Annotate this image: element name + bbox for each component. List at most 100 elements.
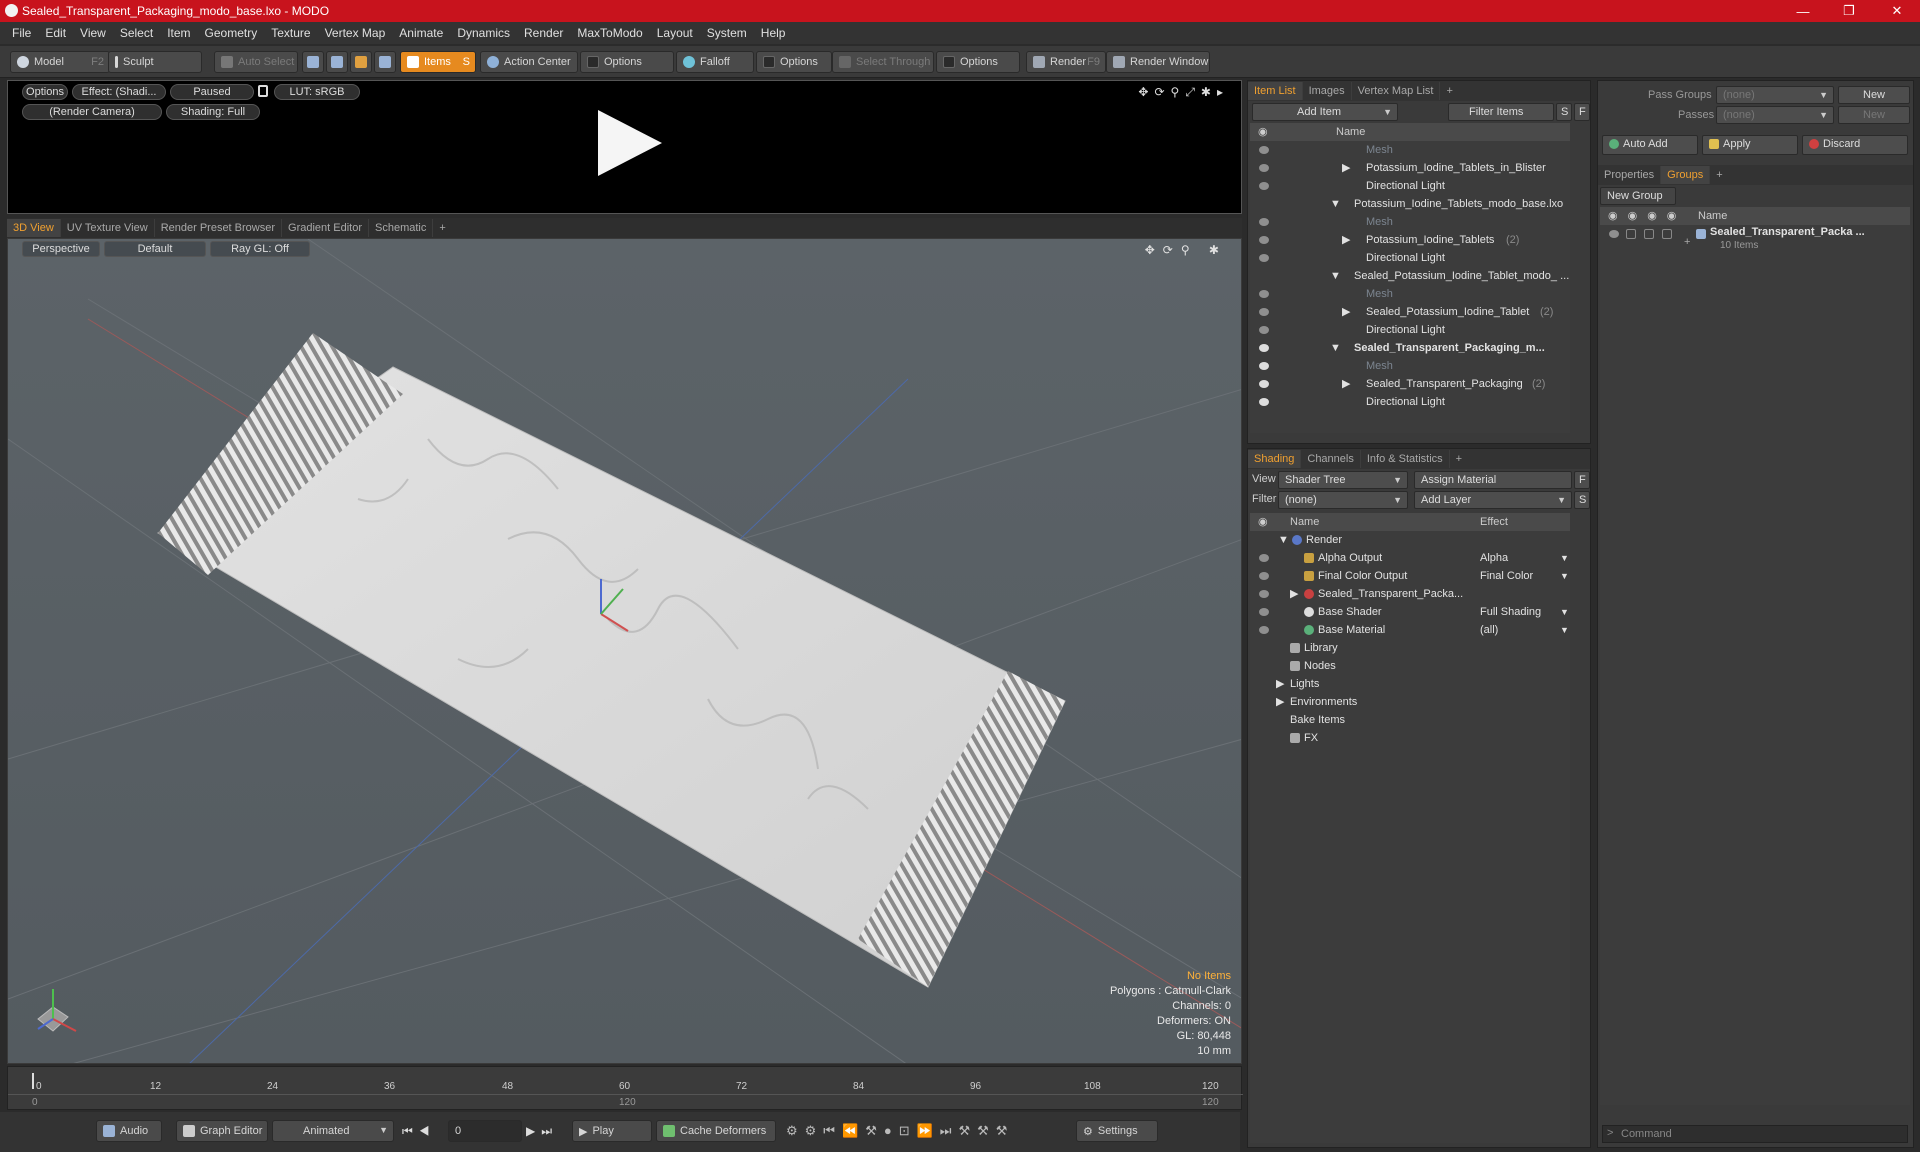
filter-f-button[interactable]: F bbox=[1574, 103, 1590, 121]
tab-render-preset-browser[interactable]: Render Preset Browser bbox=[155, 219, 283, 237]
tree-row-scene-potassium[interactable]: ▼ Potassium_Iodine_Tablets_modo_base.lxo bbox=[1250, 195, 1570, 213]
auto-add-button[interactable]: Auto Add bbox=[1602, 135, 1698, 155]
menu-render[interactable]: Render bbox=[524, 26, 563, 40]
edges-mode-button[interactable] bbox=[326, 51, 348, 73]
eye-icon[interactable] bbox=[1259, 572, 1269, 580]
viewport-nav-icons[interactable]: ✥⟳⚲ ✱ bbox=[1145, 243, 1227, 257]
shader-row-render[interactable]: ▼ Render bbox=[1250, 531, 1570, 549]
add-layer-dropdown[interactable]: Add Layer ▼ bbox=[1414, 491, 1572, 509]
lock-toggle-icon[interactable] bbox=[1644, 229, 1654, 239]
eye-icon[interactable] bbox=[1259, 590, 1269, 598]
assign-material-button[interactable]: Assign Material bbox=[1414, 471, 1572, 489]
eye-icon[interactable] bbox=[1259, 308, 1269, 316]
timeline[interactable]: 0 12 24 36 48 60 72 84 96 108 120 0 120 … bbox=[7, 1066, 1243, 1110]
shading-f-button[interactable]: F bbox=[1574, 471, 1590, 489]
polygons-mode-button[interactable] bbox=[350, 51, 372, 73]
collapse-icon[interactable]: ▼ bbox=[1330, 267, 1341, 285]
shader-row-fx[interactable]: FX bbox=[1250, 729, 1570, 747]
expand-icon[interactable]: ▶ bbox=[1342, 231, 1350, 249]
tab-images[interactable]: Images bbox=[1303, 82, 1352, 100]
tab-vertex-map-list[interactable]: Vertex Map List bbox=[1352, 82, 1441, 100]
select-through-button[interactable]: Select Through bbox=[832, 51, 934, 73]
expand-icon[interactable]: ▶ bbox=[1276, 675, 1284, 693]
items-mode-button[interactable]: Items S bbox=[400, 51, 476, 73]
tab-shading[interactable]: Shading bbox=[1248, 450, 1302, 468]
filter-s-button[interactable]: S bbox=[1556, 103, 1572, 121]
expand-icon[interactable]: ▶ bbox=[1342, 159, 1350, 177]
shader-row-library[interactable]: Library bbox=[1250, 639, 1570, 657]
filter-dropdown[interactable]: (none) ▼ bbox=[1278, 491, 1408, 509]
add-tab-icon[interactable]: + bbox=[1440, 82, 1458, 100]
preview-paused-button[interactable]: Paused bbox=[170, 84, 254, 100]
menu-edit[interactable]: Edit bbox=[45, 26, 66, 40]
default-shading-dropdown[interactable]: Default bbox=[104, 241, 206, 257]
add-tab-icon[interactable]: + bbox=[1450, 450, 1468, 468]
action-center-options-button[interactable]: Options bbox=[580, 51, 674, 73]
shading-dropdown[interactable]: Shading: Full bbox=[166, 104, 260, 120]
minimize-button[interactable]: — bbox=[1780, 0, 1826, 22]
menu-system[interactable]: System bbox=[707, 26, 747, 40]
eye-icon[interactable] bbox=[1259, 254, 1269, 262]
next-key-buttons[interactable]: ▶⏭ bbox=[526, 1124, 558, 1139]
shader-row-base-shader[interactable]: Base Shader Full Shading ▼ bbox=[1250, 603, 1570, 621]
expand-plus-icon[interactable]: + bbox=[1684, 233, 1690, 251]
tree-row-sealed-packaging[interactable]: ▶ Sealed_Transparent_Packaging (2) bbox=[1250, 375, 1570, 393]
cache-deformers-button[interactable]: Cache Deformers bbox=[656, 1120, 776, 1142]
new-group-button[interactable]: New Group bbox=[1600, 187, 1676, 205]
menu-animate[interactable]: Animate bbox=[399, 26, 443, 40]
preview-options-button[interactable]: Options bbox=[22, 84, 68, 100]
tree-row-sealed-tablet[interactable]: ▶ Sealed_Potassium_Iodine_Tablet (2) bbox=[1250, 303, 1570, 321]
pass-groups-dropdown[interactable]: (none) ▼ bbox=[1716, 86, 1834, 104]
tree-row-potassium-tablets[interactable]: ▶ Potassium_Iodine_Tablets (2) bbox=[1250, 231, 1570, 249]
tab-groups[interactable]: Groups bbox=[1661, 166, 1711, 184]
eye-icon[interactable] bbox=[1259, 344, 1269, 352]
play-button[interactable]: ▶ Play bbox=[572, 1120, 652, 1142]
tab-info-statistics[interactable]: Info & Statistics bbox=[1361, 450, 1450, 468]
tree-row-mesh[interactable]: Mesh bbox=[1250, 141, 1570, 159]
model-mode-button[interactable]: Model F2 bbox=[10, 51, 110, 73]
collapse-icon[interactable]: ▼ bbox=[1330, 195, 1341, 213]
menu-geometry[interactable]: Geometry bbox=[205, 26, 258, 40]
prev-key-buttons[interactable]: ⏮◀ bbox=[402, 1124, 436, 1139]
shader-row-environments[interactable]: ▶ Environments bbox=[1250, 693, 1570, 711]
tab-3d-view[interactable]: 3D View bbox=[7, 219, 61, 237]
shader-row-alpha-output[interactable]: Alpha Output Alpha ▼ bbox=[1250, 549, 1570, 567]
tab-item-list[interactable]: Item List bbox=[1248, 82, 1303, 100]
key-tools-icons[interactable]: ⚙⚙⏮⏪⚒●⊡⏩⏭⚒⚒⚒ bbox=[786, 1123, 1014, 1139]
shader-row-material-group[interactable]: ▶ Sealed_Transparent_Packa... bbox=[1250, 585, 1570, 603]
sculpt-mode-button[interactable]: Sculpt bbox=[108, 51, 202, 73]
menu-select[interactable]: Select bbox=[120, 26, 153, 40]
action-center-button[interactable]: Action Center bbox=[480, 51, 578, 73]
shader-row-final-color-output[interactable]: Final Color Output Final Color ▼ bbox=[1250, 567, 1570, 585]
tree-row-directional-light[interactable]: Directional Light bbox=[1250, 249, 1570, 267]
auto-select-button[interactable]: Auto Select bbox=[214, 51, 298, 73]
add-tab-icon[interactable]: + bbox=[1710, 166, 1728, 184]
eye-icon[interactable] bbox=[1259, 290, 1269, 298]
menu-view[interactable]: View bbox=[80, 26, 106, 40]
tree-row-scene-sealed-tablet[interactable]: ▼ Sealed_Potassium_Iodine_Tablet_modo_ ..… bbox=[1250, 267, 1570, 285]
eye-icon[interactable] bbox=[1259, 182, 1269, 190]
vertices-mode-button[interactable] bbox=[302, 51, 324, 73]
3d-viewport[interactable]: Perspective Default Ray GL: Off ✥⟳⚲ ✱ No… bbox=[7, 238, 1242, 1064]
apply-button[interactable]: Apply bbox=[1702, 135, 1798, 155]
tab-schematic[interactable]: Schematic bbox=[369, 219, 434, 237]
menu-help[interactable]: Help bbox=[761, 26, 786, 40]
new-pass-group-button[interactable]: New bbox=[1838, 86, 1910, 104]
tree-row-potassium-blister[interactable]: ▶ Potassium_Iodine_Tablets_in_Blister bbox=[1250, 159, 1570, 177]
collapse-icon[interactable]: ▼ bbox=[1278, 531, 1289, 549]
filter-items-field[interactable]: Filter Items bbox=[1448, 103, 1554, 121]
animated-dropdown[interactable]: Animated ▼ bbox=[272, 1120, 394, 1142]
chevron-down-icon[interactable]: ▼ bbox=[1560, 621, 1569, 639]
tab-uv-texture-view[interactable]: UV Texture View bbox=[61, 219, 155, 237]
chevron-down-icon[interactable]: ▼ bbox=[1560, 603, 1569, 621]
falloff-options-button[interactable]: Options bbox=[756, 51, 832, 73]
tree-row-directional-light[interactable]: Directional Light bbox=[1250, 177, 1570, 195]
tab-channels[interactable]: Channels bbox=[1301, 450, 1361, 468]
eye-icon[interactable] bbox=[1259, 362, 1269, 370]
menu-item[interactable]: Item bbox=[167, 26, 190, 40]
new-pass-button[interactable]: New bbox=[1838, 106, 1910, 124]
eye-icon[interactable] bbox=[1259, 218, 1269, 226]
materials-mode-button[interactable] bbox=[374, 51, 396, 73]
menu-dynamics[interactable]: Dynamics bbox=[457, 26, 510, 40]
tree-row-mesh[interactable]: Mesh bbox=[1250, 285, 1570, 303]
